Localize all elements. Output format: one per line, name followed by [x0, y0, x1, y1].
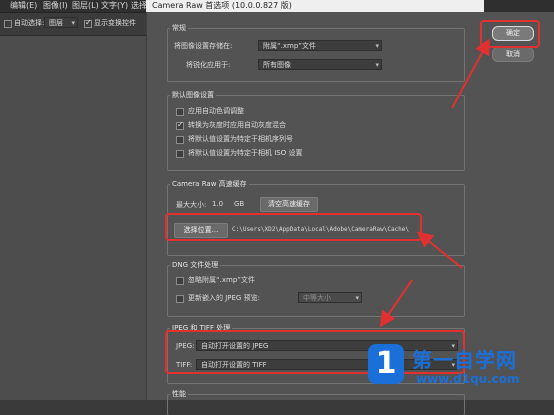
watermark-text: 第一自学网	[412, 348, 517, 372]
arrow-to-ok	[451, 38, 490, 109]
arrow-to-cache	[416, 231, 463, 269]
arrow-to-jpeg-tiff	[379, 279, 413, 328]
watermark-logo: 1	[368, 344, 404, 384]
watermark: 1 第一自学网 www.d1qu.com	[364, 340, 554, 400]
watermark-url: www.d1qu.com	[416, 372, 520, 386]
watermark-logo-char: 1	[375, 346, 397, 381]
